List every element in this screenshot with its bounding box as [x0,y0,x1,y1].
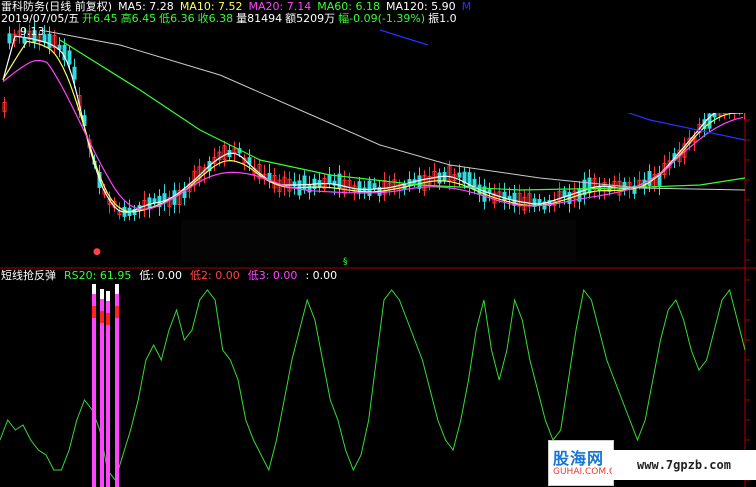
quote-open: 开6.45 [82,12,118,25]
quote-amount: 额5209万 [285,12,336,25]
candle-body [437,172,442,184]
signal-marker: § [343,257,348,267]
candle-body [457,172,462,178]
indicator-low2: 低2: 0.00 [190,269,240,282]
low2-bar [92,306,96,318]
indicator-low3: 低3: 0.00 [247,269,298,282]
candle-body [67,50,72,65]
candle-body [587,177,592,194]
watermark-logo: 股海网 GUHAI.COM.CN [548,440,622,486]
indicator-header: 短线抢反弹 RS20: 61.95 低: 0.00 低2: 0.00 低3: 0… [1,269,337,282]
quote-amplitude: 振1.0 [428,12,457,25]
low3-bar [100,295,104,487]
indicator-rs20: RS20: 61.95 [64,269,132,282]
low-bar [92,284,96,294]
candle-body [147,197,152,210]
indicator-name: 短线抢反弹 [1,269,56,282]
low-bar [100,289,104,299]
quote-change: 幅-0.09(-1.39%) [338,12,426,25]
low3-bar [106,297,110,487]
watermark-logo-text: 股海网 [553,449,605,468]
candle-body [417,175,422,189]
candle-body [72,66,77,80]
low2-bar [106,313,110,325]
header-row-2: 2019/07/05/五 开6.45 高6.45 低6.36 收6.38 量81… [1,12,457,25]
low2-bar [115,306,119,318]
indicator-low: 低: 0.00 [139,269,183,282]
price-high-label: 9.13 [20,25,45,38]
overlay-box-top-right [428,25,756,113]
buy-marker: ● [93,247,101,257]
ma250-label: M [461,0,472,13]
low-bar [115,284,119,294]
indicator-extra: : 0.00 [305,269,338,282]
quote-high: 高6.45 [120,12,157,25]
quote-date: 2019/07/05/五 [1,12,80,25]
watermark-url: www.7gpzb.com [612,450,756,480]
candle-body [372,183,377,189]
candle-body [327,174,332,185]
quote-close: 收6.38 [197,12,234,25]
candle-body [7,33,12,44]
overlay-box-middle [181,220,576,262]
low3-bar [92,290,96,487]
low-bar [106,291,110,301]
low3-bar [115,290,119,487]
quote-low: 低6.36 [159,12,195,25]
candle-body [47,33,52,49]
quote-volume: 量81494 [236,12,283,25]
low2-bar [100,311,104,323]
